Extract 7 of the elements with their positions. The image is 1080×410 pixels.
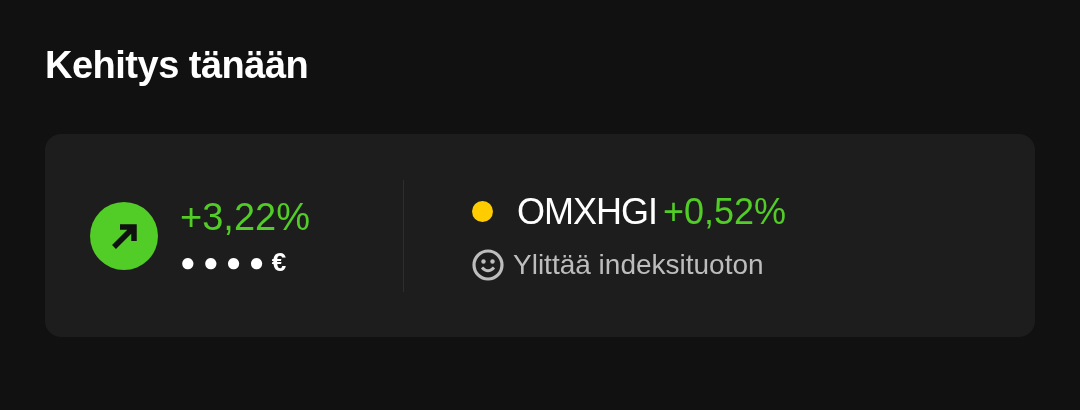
hidden-amount: ● ● ● ● €: [180, 246, 288, 277]
section-title: Kehitys tänään: [45, 43, 310, 88]
comparison-text: Ylittää indeksituoton: [513, 247, 764, 282]
smiley-icon: [472, 248, 504, 281]
index-name: OMXHGI: [517, 189, 657, 234]
index-change: +0,52%: [663, 189, 787, 234]
change-percent: +3,22%: [180, 194, 310, 239]
